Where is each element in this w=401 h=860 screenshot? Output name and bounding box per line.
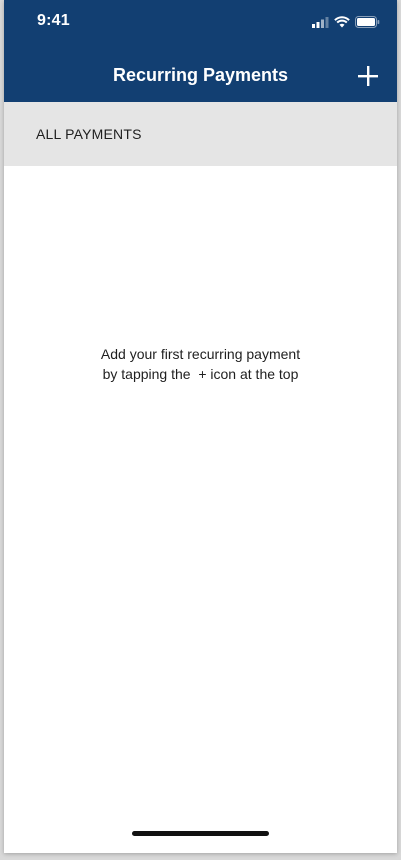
status-icons [312, 15, 380, 33]
section-header: ALL PAYMENTS [4, 102, 397, 166]
empty-state-line-1: Add your first recurring payment [100, 346, 301, 362]
cellular-signal-icon [312, 15, 329, 33]
section-label-all-payments: ALL PAYMENTS [36, 126, 142, 142]
wifi-icon [334, 15, 350, 33]
plus-icon [358, 66, 378, 86]
app-screen: 9:41 Recurring Payments ALL PAYMENTS Add… [4, 0, 397, 853]
home-indicator[interactable] [132, 831, 269, 836]
battery-icon [355, 15, 380, 33]
top-bar: 9:41 Recurring Payments [4, 0, 397, 102]
add-payment-button[interactable] [356, 64, 380, 88]
empty-state-message: Add your first recurring payment by tapp… [4, 344, 397, 384]
empty-state-line-2: by tapping the + icon at the top [102, 366, 299, 382]
page-title: Recurring Payments [112, 65, 289, 85]
status-time: 9:41 [37, 12, 70, 29]
